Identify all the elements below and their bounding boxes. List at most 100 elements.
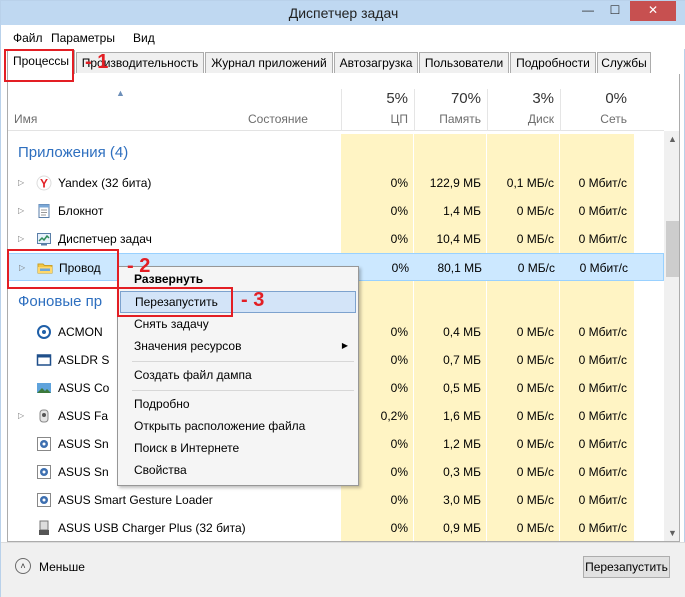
memory-value: 1,4 МБ xyxy=(443,204,481,218)
table-row[interactable]: ASUS USB Charger Plus (32 бита) 0% 0,9 М… xyxy=(8,514,664,541)
tab-services[interactable]: Службы xyxy=(597,52,651,73)
network-value: 0 Мбит/с xyxy=(578,493,627,507)
restart-button[interactable]: Перезапустить xyxy=(583,556,670,578)
annotation-label-2: - 2 xyxy=(127,255,151,277)
process-name: ASUS Smart Gesture Loader xyxy=(58,493,213,507)
menu-item-label: Значения ресурсов xyxy=(134,339,242,353)
process-name: ASUS Sn xyxy=(58,437,109,451)
cpu-value: 0% xyxy=(390,204,408,218)
memory-value: 1,2 МБ xyxy=(443,437,481,451)
network-value: 0 Мбит/с xyxy=(578,381,627,395)
network-value: 0 Мбит/с xyxy=(578,325,627,339)
header-disk[interactable]: Диск xyxy=(487,112,554,126)
expand-icon[interactable]: ▷ xyxy=(18,411,24,420)
footer-bar: ˄ Меньше Перезапустить xyxy=(1,542,685,597)
minimize-button[interactable]: — xyxy=(575,1,601,21)
menu-item-open-location[interactable]: Открыть расположение файла xyxy=(120,415,356,437)
annotation-box-1 xyxy=(4,49,74,82)
table-row[interactable]: ASUS Smart Gesture Loader 0% 3,0 МБ 0 МБ… xyxy=(8,486,664,514)
network-value: 0 Мбит/с xyxy=(578,409,627,423)
disk-value: 0 МБ/с xyxy=(517,261,555,275)
column-header: ▲ Имя Состояние 5% ЦП 70% Память 3% Диск… xyxy=(8,74,664,131)
memory-value: 10,4 МБ xyxy=(436,232,481,246)
menu-bar: Файл Параметры Вид xyxy=(1,25,685,49)
disk-value: 0 МБ/с xyxy=(516,232,554,246)
menu-item-search-online[interactable]: Поиск в Интернете xyxy=(120,437,356,459)
header-name[interactable]: Имя xyxy=(14,112,37,126)
process-name: Блокнот xyxy=(58,204,104,218)
menu-item-details[interactable]: Подробно xyxy=(120,393,356,415)
usb-icon xyxy=(39,520,49,535)
cpu-value: 0% xyxy=(390,176,408,190)
header-memory-pct[interactable]: 70% xyxy=(414,90,481,107)
menu-options[interactable]: Параметры xyxy=(51,31,115,45)
annotation-label-1: - 1 xyxy=(85,51,109,73)
memory-value: 1,6 МБ xyxy=(443,409,481,423)
process-name: ASUS Sn xyxy=(58,465,109,479)
task-manager-window: Диспетчер задач — ☐ ✕ Файл Параметры Вид… xyxy=(0,0,685,597)
maximize-button[interactable]: ☐ xyxy=(602,1,628,21)
header-network[interactable]: Сеть xyxy=(560,112,627,126)
memory-value: 3,0 МБ xyxy=(443,493,481,507)
process-name: ASUS USB Charger Plus (32 бита) xyxy=(58,521,246,535)
menu-item-create-dump[interactable]: Создать файл дампа xyxy=(120,364,356,386)
menu-separator xyxy=(132,361,354,362)
expand-icon[interactable]: ▷ xyxy=(18,178,24,187)
network-value: 0 Мбит/с xyxy=(578,232,627,246)
close-button[interactable]: ✕ xyxy=(630,1,676,21)
annotation-box-3 xyxy=(117,287,233,317)
disk-value: 0 МБ/с xyxy=(516,409,554,423)
group-apps-title: Приложения (4) xyxy=(18,144,129,161)
scroll-up-icon[interactable]: ▲ xyxy=(664,131,679,148)
yandex-browser-icon: Y xyxy=(36,175,52,191)
tab-details[interactable]: Подробности xyxy=(510,52,596,73)
process-name: ASUS Fa xyxy=(58,409,109,423)
memory-value: 0,9 МБ xyxy=(443,521,481,535)
memory-value: 80,1 МБ xyxy=(437,261,482,275)
disk-value: 0 МБ/с xyxy=(516,437,554,451)
process-name: ASUS Co xyxy=(58,381,110,395)
expand-icon[interactable]: ▷ xyxy=(18,234,24,243)
header-cpu[interactable]: ЦП xyxy=(341,112,408,126)
chevron-up-icon[interactable]: ˄ xyxy=(15,558,31,574)
landscape-image-icon xyxy=(37,383,51,393)
scroll-down-icon[interactable]: ▼ xyxy=(664,525,679,541)
network-value: 0 Мбит/с xyxy=(578,204,627,218)
disk-value: 0 МБ/с xyxy=(516,381,554,395)
service-app-icon xyxy=(37,437,51,451)
table-row[interactable]: ▷ Y Yandex (32 бита) 0% 122,9 МБ 0,1 МБ/… xyxy=(8,169,664,197)
face-recognition-icon xyxy=(39,409,49,423)
menu-separator xyxy=(132,390,354,391)
disk-value: 0 МБ/с xyxy=(516,521,554,535)
acmon-icon xyxy=(37,325,51,339)
title-bar: Диспетчер задач — ☐ ✕ xyxy=(1,1,685,25)
menu-item-resource-values[interactable]: Значения ресурсов ▶ xyxy=(120,335,356,357)
table-row[interactable]: ▷ Блокнот 0% 1,4 МБ 0 МБ/с 0 Мбит/с xyxy=(8,197,664,225)
header-network-pct[interactable]: 0% xyxy=(560,90,627,107)
vertical-scrollbar[interactable]: ▲ ▼ xyxy=(664,131,679,541)
disk-value: 0,1 МБ/с xyxy=(506,176,554,190)
header-status[interactable]: Состояние xyxy=(248,112,308,126)
header-disk-pct[interactable]: 3% xyxy=(487,90,554,107)
memory-value: 0,7 МБ xyxy=(443,353,481,367)
scroll-thumb[interactable] xyxy=(666,221,679,277)
expand-icon[interactable]: ▷ xyxy=(18,206,24,215)
disk-value: 0 МБ/с xyxy=(516,325,554,339)
tab-app-history[interactable]: Журнал приложений xyxy=(205,52,333,73)
disk-value: 0 МБ/с xyxy=(516,353,554,367)
service-app-icon xyxy=(37,465,51,479)
disk-value: 0 МБ/с xyxy=(516,465,554,479)
menu-file[interactable]: Файл xyxy=(13,31,43,45)
memory-value: 0,3 МБ xyxy=(443,465,481,479)
menu-item-properties[interactable]: Свойства xyxy=(120,459,356,481)
network-value: 0 Мбит/с xyxy=(578,176,627,190)
service-app-icon xyxy=(37,493,51,507)
network-value: 0 Мбит/с xyxy=(578,465,627,479)
header-memory[interactable]: Память xyxy=(414,112,481,126)
tab-startup[interactable]: Автозагрузка xyxy=(334,52,418,73)
menu-view[interactable]: Вид xyxy=(133,31,155,45)
svg-text:Y: Y xyxy=(40,177,48,191)
tab-users[interactable]: Пользователи xyxy=(419,52,509,73)
fewer-details-link[interactable]: Меньше xyxy=(39,560,85,574)
header-cpu-pct[interactable]: 5% xyxy=(341,90,408,107)
